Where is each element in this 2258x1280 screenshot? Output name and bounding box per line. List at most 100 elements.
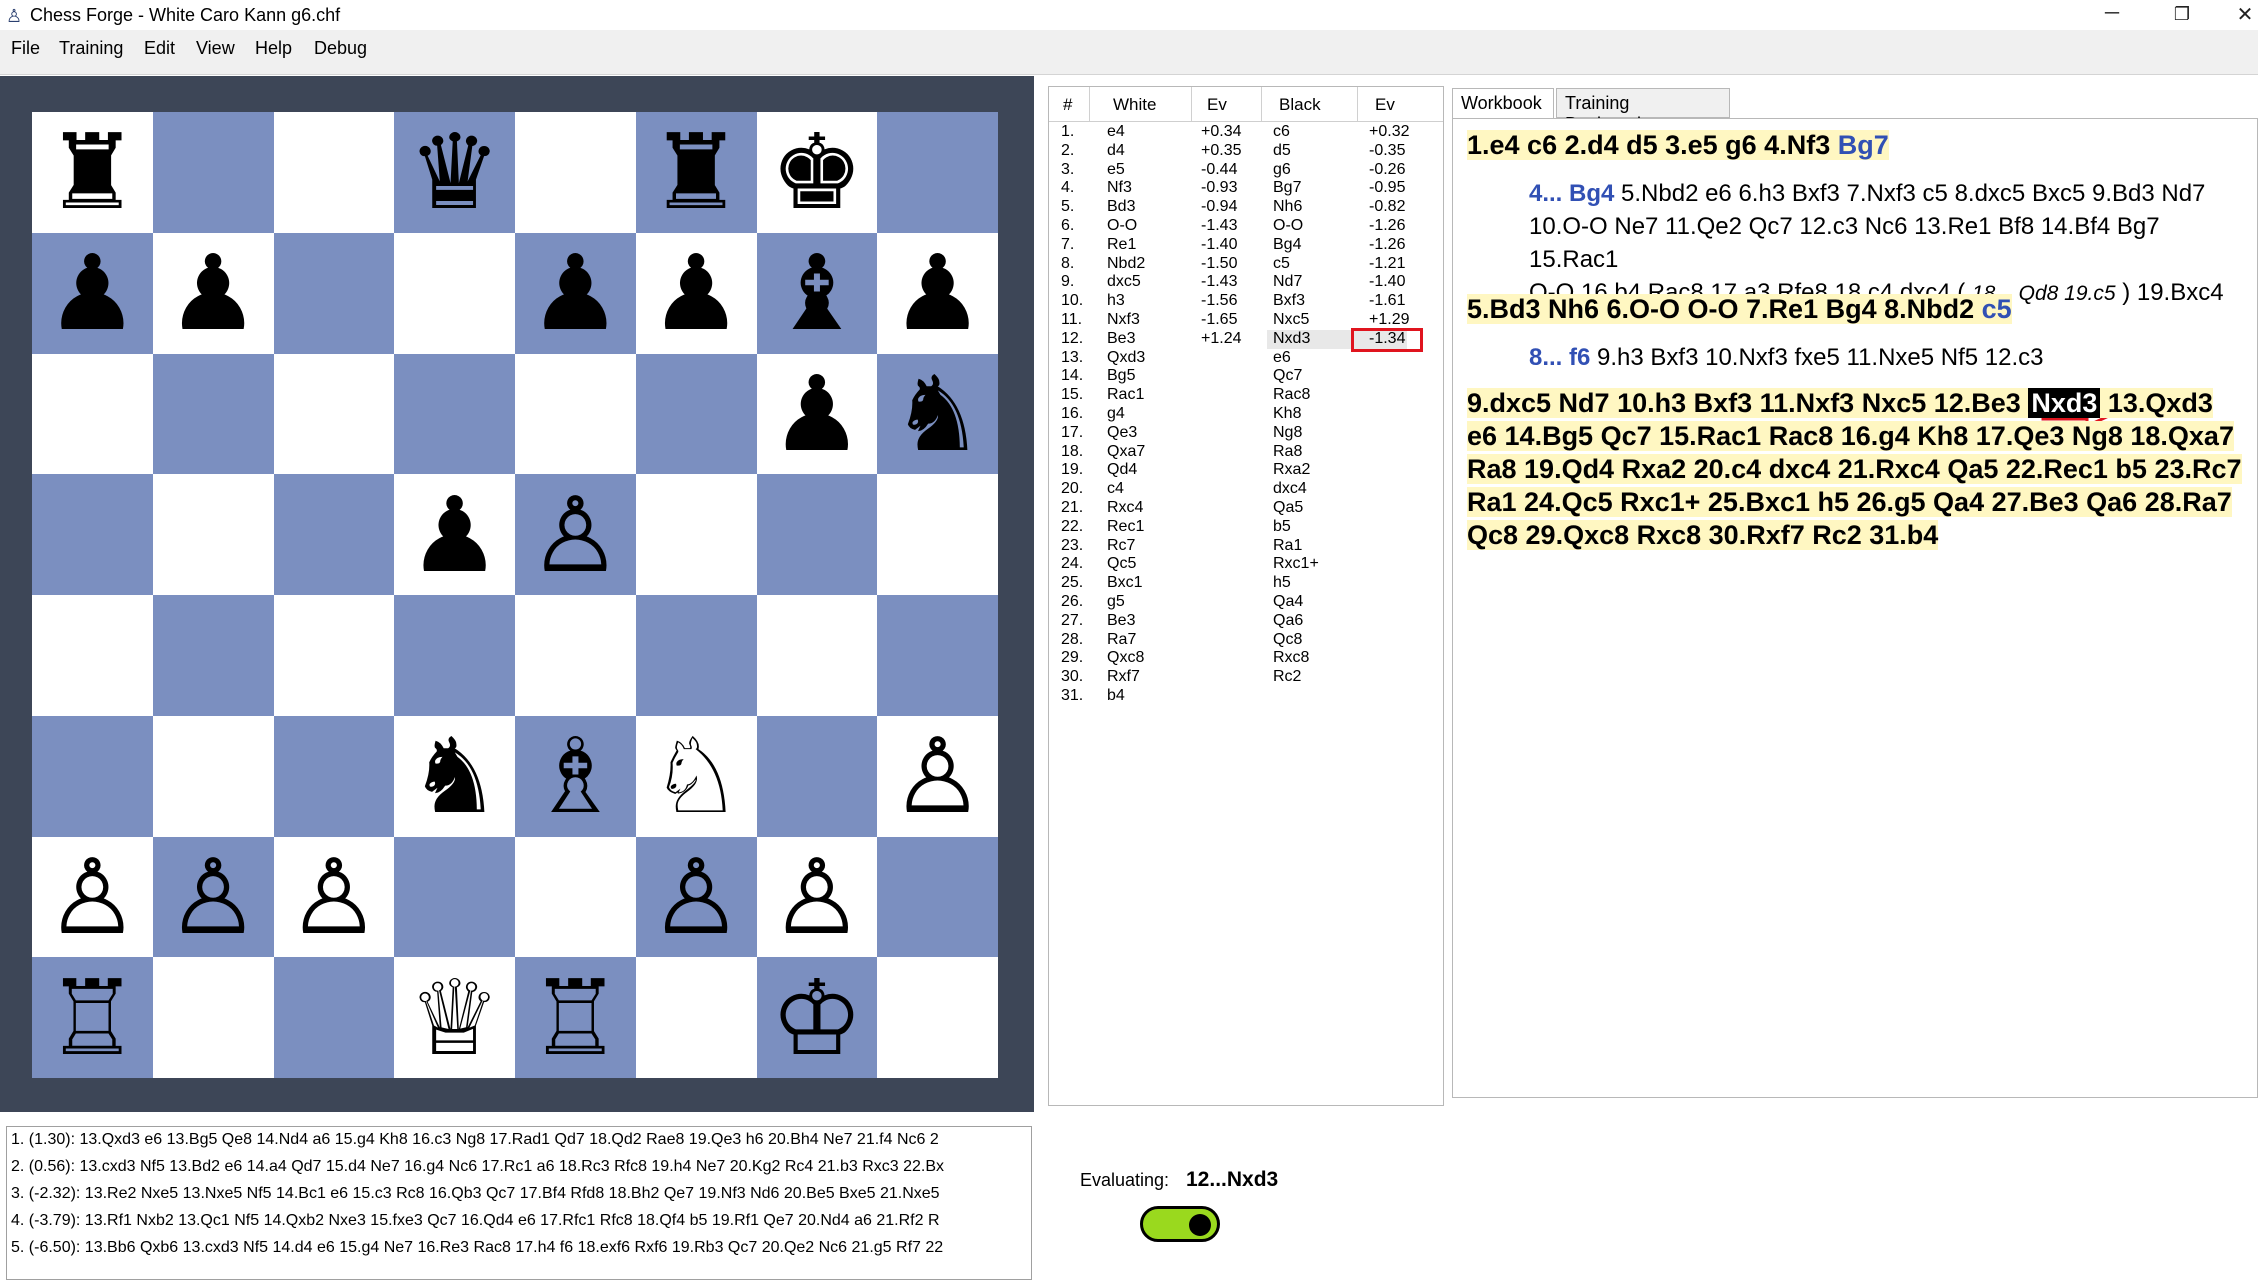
move-row[interactable]: 5. Bd3 -0.94 Nh6 -0.82 bbox=[1049, 198, 1443, 217]
square-b3[interactable] bbox=[152, 715, 274, 837]
square-g1[interactable]: ♔ bbox=[756, 957, 878, 1078]
move-row[interactable]: 8. Nbd2 -1.50 c5 -1.21 bbox=[1049, 255, 1443, 274]
black-queen-icon[interactable]: ♛ bbox=[408, 120, 501, 224]
black-pawn-icon[interactable]: ♟ bbox=[167, 241, 260, 345]
square-h2[interactable] bbox=[877, 836, 998, 958]
square-b4[interactable] bbox=[152, 595, 274, 716]
move-row[interactable]: 13. Qxd3 e6 bbox=[1049, 349, 1443, 368]
move-row[interactable]: 30. Rxf7 Rc2 bbox=[1049, 668, 1443, 687]
white-move[interactable]: Nbd2 bbox=[1107, 255, 1145, 273]
white-knight-icon[interactable]: ♘ bbox=[650, 724, 743, 828]
white-move[interactable]: Qxc8 bbox=[1107, 649, 1144, 667]
square-e8[interactable] bbox=[515, 112, 636, 233]
black-move[interactable]: Kh8 bbox=[1273, 405, 1301, 423]
black-move[interactable]: Rxc1+ bbox=[1273, 555, 1319, 573]
variation-1-start[interactable]: 4... Bg4 bbox=[1529, 180, 1614, 207]
black-move[interactable]: c6 bbox=[1273, 123, 1290, 141]
black-move[interactable]: Rac8 bbox=[1273, 386, 1310, 404]
main-line-5-text[interactable]: Ra8 19.Qd4 Rxa2 20.c4 dxc4 21.Rxc4 Qa5 2… bbox=[1467, 454, 2242, 484]
variation-1-line-3-end[interactable]: ) 19.Bxc4 bbox=[2116, 279, 2223, 306]
square-g2[interactable]: ♙ bbox=[756, 836, 878, 958]
move-row[interactable]: 24. Qc5 Rxc1+ bbox=[1049, 555, 1443, 574]
move-row[interactable]: 20. c4 dxc4 bbox=[1049, 480, 1443, 499]
menu-debug[interactable]: Debug bbox=[314, 38, 367, 59]
move-row[interactable]: 2. d4 +0.35 d5 -0.35 bbox=[1049, 142, 1443, 161]
move-row[interactable]: 7. Re1 -1.40 Bg4 -1.26 bbox=[1049, 236, 1443, 255]
restore-button[interactable]: ❐ bbox=[2162, 4, 2202, 25]
menu-help[interactable]: Help bbox=[255, 38, 292, 59]
black-move[interactable]: Nxd3 bbox=[1273, 330, 1310, 348]
main-line-2-text[interactable]: 5.Bd3 Nh6 6.O-O O-O 7.Re1 Bg4 8.Nbd2 bbox=[1467, 294, 1982, 324]
engine-line[interactable]: 3. (-2.32): 13.Re2 Nxe5 13.Nxe5 Nf5 14.B… bbox=[11, 1185, 940, 1203]
move-row[interactable]: 6. O-O -1.43 O-O -1.26 bbox=[1049, 217, 1443, 236]
black-pawn-icon[interactable]: ♟ bbox=[46, 241, 139, 345]
variation-1-line-1[interactable]: 5.Nbd2 e6 6.h3 Bxf3 7.Nxf3 c5 8.dxc5 Bxc… bbox=[1614, 180, 2205, 207]
square-g4[interactable] bbox=[756, 595, 878, 716]
variation-2-start[interactable]: 8... f6 bbox=[1529, 344, 1590, 371]
move-row[interactable]: 17. Qe3 Ng8 bbox=[1049, 424, 1443, 443]
minimize-button[interactable]: ─ bbox=[2092, 2, 2132, 25]
engine-line[interactable]: 1. (1.30): 13.Qxd3 e6 13.Bg5 Qe8 14.Nd4 … bbox=[11, 1131, 939, 1149]
square-b8[interactable] bbox=[152, 112, 274, 233]
black-move[interactable]: Ra8 bbox=[1273, 443, 1302, 461]
square-h7[interactable]: ♟ bbox=[877, 232, 998, 354]
white-move[interactable]: Qxa7 bbox=[1107, 443, 1145, 461]
square-d6[interactable] bbox=[394, 353, 515, 475]
white-move[interactable]: Rc7 bbox=[1107, 537, 1135, 555]
black-rook-icon[interactable]: ♜ bbox=[46, 120, 139, 224]
white-move[interactable]: Rxc4 bbox=[1107, 499, 1143, 517]
black-move[interactable]: Ng8 bbox=[1273, 424, 1302, 442]
black-knight-icon[interactable]: ♞ bbox=[408, 724, 501, 828]
close-button[interactable]: ✕ bbox=[2232, 2, 2258, 27]
black-move[interactable]: Bg4 bbox=[1273, 236, 1301, 254]
square-d3[interactable]: ♞ bbox=[394, 715, 515, 837]
square-e6[interactable] bbox=[515, 353, 636, 475]
square-c8[interactable] bbox=[273, 112, 395, 233]
variation-1-line-2[interactable]: 10.O-O Ne7 11.Qe2 Qc7 12.c3 Nc6 13.Re1 B… bbox=[1529, 210, 2239, 276]
square-a7[interactable]: ♟ bbox=[32, 232, 153, 354]
square-f4[interactable] bbox=[635, 595, 757, 716]
white-pawn-icon[interactable]: ♙ bbox=[167, 845, 260, 949]
black-bishop-icon[interactable]: ♝ bbox=[770, 241, 863, 345]
black-move[interactable]: Qa4 bbox=[1273, 593, 1303, 611]
black-pawn-icon[interactable]: ♟ bbox=[770, 362, 863, 466]
chess-board[interactable]: ♜ ♛ ♜ ♚ ♟ ♟ ♟ ♟ ♝ ♟ ♟ ♞ ♟ ♙ ♞ ♗ ♘ ♙ ♙ ♙ ♙ ♙ ♙ ♖ ♕ ♖ ♔ bbox=[32, 112, 998, 1078]
square-h3[interactable]: ♙ bbox=[877, 715, 998, 837]
square-b1[interactable] bbox=[152, 957, 274, 1078]
square-f7[interactable]: ♟ bbox=[635, 232, 757, 354]
black-move[interactable]: O-O bbox=[1273, 217, 1303, 235]
square-c2[interactable]: ♙ bbox=[273, 836, 395, 958]
engine-line[interactable]: 4. (-3.79): 13.Rf1 Nxb2 13.Qc1 Nf5 14.Qx… bbox=[11, 1212, 940, 1230]
square-f8[interactable]: ♜ bbox=[635, 112, 757, 233]
square-c4[interactable] bbox=[273, 595, 395, 716]
square-e2[interactable] bbox=[515, 836, 636, 958]
square-c3[interactable] bbox=[273, 715, 395, 837]
header-black[interactable]: Black bbox=[1279, 95, 1321, 115]
main-line-3-end[interactable]: 13.Qxd3 bbox=[2100, 388, 2213, 418]
black-move[interactable]: Rxc8 bbox=[1273, 649, 1309, 667]
main-line-3-text[interactable]: 9.dxc5 Nd7 10.h3 Bxf3 11.Nxf3 Nxc5 12.Be… bbox=[1467, 388, 2028, 418]
move-row[interactable]: 31. b4 bbox=[1049, 687, 1443, 706]
black-move[interactable]: e6 bbox=[1273, 349, 1291, 367]
white-move[interactable]: Qe3 bbox=[1107, 424, 1137, 442]
white-move[interactable]: g4 bbox=[1107, 405, 1125, 423]
white-queen-icon[interactable]: ♕ bbox=[408, 966, 501, 1070]
black-move[interactable]: Rc2 bbox=[1273, 668, 1301, 686]
move-row[interactable]: 12. Be3 +1.24 Nxd3 -1.34 bbox=[1049, 327, 1443, 352]
black-rook-icon[interactable]: ♜ bbox=[650, 120, 743, 224]
square-c1[interactable] bbox=[273, 957, 395, 1078]
move-row[interactable]: 26. g5 Qa4 bbox=[1049, 593, 1443, 612]
white-move[interactable]: Bd3 bbox=[1107, 198, 1135, 216]
move-row[interactable]: 18. Qxa7 Ra8 bbox=[1049, 443, 1443, 462]
white-move[interactable]: Rec1 bbox=[1107, 518, 1144, 536]
black-king-icon[interactable]: ♚ bbox=[770, 120, 863, 224]
white-move[interactable]: e5 bbox=[1107, 161, 1125, 179]
square-e3[interactable]: ♗ bbox=[515, 715, 636, 837]
white-move[interactable]: dxc5 bbox=[1107, 273, 1141, 291]
black-move[interactable]: Qa6 bbox=[1273, 612, 1303, 630]
square-d7[interactable] bbox=[394, 232, 515, 354]
white-pawn-icon[interactable]: ♙ bbox=[891, 724, 984, 828]
white-king-icon[interactable]: ♔ bbox=[770, 966, 863, 1070]
square-h4[interactable] bbox=[877, 595, 998, 716]
move-row[interactable]: 28. Ra7 Qc8 bbox=[1049, 631, 1443, 650]
